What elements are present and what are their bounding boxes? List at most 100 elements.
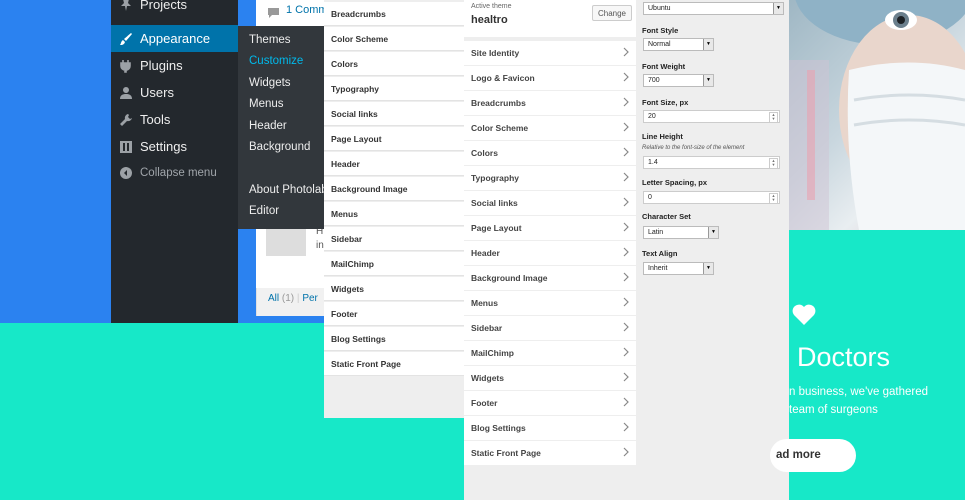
section-footer[interactable]: Footer [324, 302, 464, 326]
section-typography[interactable]: Typography [324, 77, 464, 101]
section-page-layout[interactable]: Page Layout [324, 127, 464, 151]
submenu-item-background[interactable]: Background [249, 141, 310, 153]
character-set-value: Latin [648, 229, 664, 236]
filter-separator: | [296, 293, 300, 304]
section-color-scheme[interactable]: Color Scheme [324, 27, 464, 51]
chevron-right-icon [623, 272, 629, 284]
chevron-right-icon [623, 222, 629, 234]
hero-heading: Doctors [797, 342, 891, 372]
section-sidebar[interactable]: Sidebar [324, 227, 464, 251]
brush-icon [112, 32, 140, 46]
font-weight-select[interactable]: 700 ▼ [643, 74, 714, 87]
comments-link[interactable]: 1 Comm [286, 4, 328, 16]
section-social-links[interactable]: Social links [324, 102, 464, 126]
font-size-value: 20 [648, 113, 656, 120]
menu-item-users[interactable]: Users [111, 79, 238, 106]
chevron-right-icon [623, 372, 629, 384]
chevron-right-icon [623, 297, 629, 309]
section-widgets[interactable]: Widgets [324, 277, 464, 301]
section-label: Page Layout [471, 223, 522, 233]
change-theme-button[interactable]: Change [592, 5, 632, 21]
comment-preview-text: in [316, 240, 324, 251]
stepper-icon[interactable]: ▲ ▼ [769, 193, 778, 204]
settings-icon [112, 140, 140, 154]
font-style-select[interactable]: Normal ▼ [643, 38, 714, 51]
section-widgets[interactable]: Widgets [464, 366, 636, 390]
submenu-item-editor[interactable]: Editor [249, 205, 279, 217]
stepper-icon[interactable]: ▲ ▼ [769, 158, 778, 169]
section-breadcrumbs[interactable]: Breadcrumbs [324, 2, 464, 26]
menu-item-label: Appearance [140, 31, 211, 46]
menu-item-settings[interactable]: Settings [111, 133, 238, 160]
section-sidebar[interactable]: Sidebar [464, 316, 636, 340]
section-background-image[interactable]: Background Image [464, 266, 636, 290]
submenu-item-widgets[interactable]: Widgets [249, 77, 291, 89]
submenu-item-menus[interactable]: Menus [249, 98, 284, 110]
dropdown-arrow-icon: ▼ [703, 39, 713, 50]
chevron-right-icon [623, 47, 629, 59]
menu-item-tools[interactable]: Tools [111, 106, 238, 133]
plug-icon [112, 59, 140, 73]
letter-spacing-input[interactable]: 0 ▲ ▼ [643, 191, 780, 204]
section-mailchimp[interactable]: MailChimp [464, 341, 636, 365]
section-label: Sidebar [471, 323, 503, 333]
section-static-front-page[interactable]: Static Front Page [324, 352, 464, 376]
menu-item-label: Tools [140, 112, 171, 127]
filter-next-link[interactable]: Per [302, 293, 318, 304]
section-logo-favicon[interactable]: Logo & Favicon [464, 66, 636, 90]
submenu-item-header[interactable]: Header [249, 120, 287, 132]
font-size-input[interactable]: 20 ▲ ▼ [643, 110, 780, 123]
section-blog-settings[interactable]: Blog Settings [464, 416, 636, 440]
section-breadcrumbs[interactable]: Breadcrumbs [464, 91, 636, 115]
text-align-select[interactable]: Inherit ▼ [643, 262, 714, 275]
section-site-identity[interactable]: Site Identity [464, 41, 636, 65]
wp-admin-sidebar: Projects Appearance Plugins Users Tools … [111, 0, 238, 323]
submenu-item-about[interactable]: About Photolab [249, 184, 328, 196]
section-menus[interactable]: Menus [324, 202, 464, 226]
character-set-label: Character Set [642, 212, 691, 221]
section-label: Typography [471, 173, 520, 183]
line-height-label: Line Height [642, 132, 683, 141]
stepper-icon[interactable]: ▲ ▼ [769, 112, 778, 123]
filter-all-link[interactable]: All [268, 293, 279, 304]
font-style-label: Font Style [642, 26, 679, 35]
font-family-value: Ubuntu [648, 5, 671, 12]
section-menus[interactable]: Menus [464, 291, 636, 315]
chevron-right-icon [623, 172, 629, 184]
section-typography[interactable]: Typography [464, 166, 636, 190]
section-static-front-page[interactable]: Static Front Page [464, 441, 636, 465]
character-set-select[interactable]: Latin ▼ [643, 226, 719, 239]
section-label: MailChimp [471, 348, 514, 358]
chevron-right-icon [623, 347, 629, 359]
chevron-right-icon [623, 422, 629, 434]
section-mailchimp[interactable]: MailChimp [324, 252, 464, 276]
avatar [266, 226, 306, 256]
section-header[interactable]: Header [324, 152, 464, 176]
submenu-item-customize[interactable]: Customize [249, 55, 303, 67]
section-colors[interactable]: Colors [324, 52, 464, 76]
section-label: Colors [471, 148, 498, 158]
text-align-value: Inherit [648, 265, 668, 272]
section-page-layout[interactable]: Page Layout [464, 216, 636, 240]
active-theme-label: Active theme [471, 3, 512, 10]
collapse-menu-button[interactable]: Collapse menu [111, 159, 238, 186]
section-label: Footer [471, 398, 498, 408]
section-color-scheme[interactable]: Color Scheme [464, 116, 636, 140]
line-height-description: Relative to the font-size of the element [642, 145, 745, 151]
section-footer[interactable]: Footer [464, 391, 636, 415]
chevron-right-icon [623, 197, 629, 209]
section-social-links[interactable]: Social links [464, 191, 636, 215]
menu-item-projects[interactable]: Projects [111, 0, 238, 18]
menu-item-appearance[interactable]: Appearance [111, 25, 238, 52]
section-label: Static Front Page [471, 448, 541, 458]
section-header[interactable]: Header [464, 241, 636, 265]
font-family-select[interactable]: Ubuntu ▼ [643, 2, 784, 15]
letter-spacing-label: Letter Spacing, px [642, 178, 708, 187]
section-colors[interactable]: Colors [464, 141, 636, 165]
section-background-image[interactable]: Background Image [324, 177, 464, 201]
section-blog-settings[interactable]: Blog Settings [324, 327, 464, 351]
line-height-input[interactable]: 1.4 ▲ ▼ [643, 156, 780, 169]
submenu-item-themes[interactable]: Themes [249, 34, 291, 46]
chevron-right-icon [623, 122, 629, 134]
menu-item-plugins[interactable]: Plugins [111, 52, 238, 79]
